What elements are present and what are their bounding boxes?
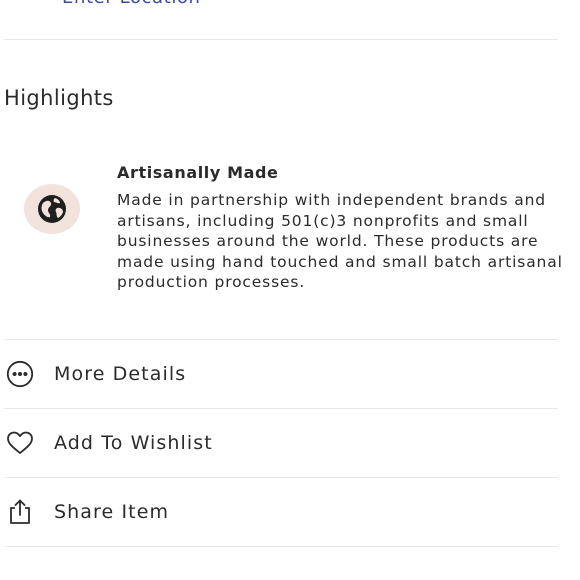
share-icon bbox=[6, 498, 34, 526]
share-item-label: Share Item bbox=[54, 501, 170, 523]
share-item-button[interactable]: Share Item bbox=[0, 478, 580, 546]
more-dots-icon bbox=[6, 360, 34, 388]
add-to-wishlist-label: Add To Wishlist bbox=[54, 432, 213, 454]
divider bbox=[4, 39, 558, 40]
divider bbox=[4, 546, 558, 547]
highlight-title: Artisanally Made bbox=[117, 163, 279, 182]
product-details-panel: Enter Location Highlights Artisanally Ma… bbox=[0, 0, 580, 580]
enter-location-link[interactable]: Enter Location bbox=[62, 0, 201, 8]
more-details-button[interactable]: More Details bbox=[0, 340, 580, 408]
globe-icon bbox=[24, 184, 80, 234]
highlight-artisanally-made: Artisanally Made Made in partnership wit… bbox=[0, 160, 580, 300]
highlights-heading: Highlights bbox=[4, 86, 114, 110]
more-details-label: More Details bbox=[54, 363, 187, 385]
heart-icon bbox=[6, 429, 34, 457]
add-to-wishlist-button[interactable]: Add To Wishlist bbox=[0, 409, 580, 477]
highlight-description: Made in partnership with independent bra… bbox=[117, 191, 563, 292]
